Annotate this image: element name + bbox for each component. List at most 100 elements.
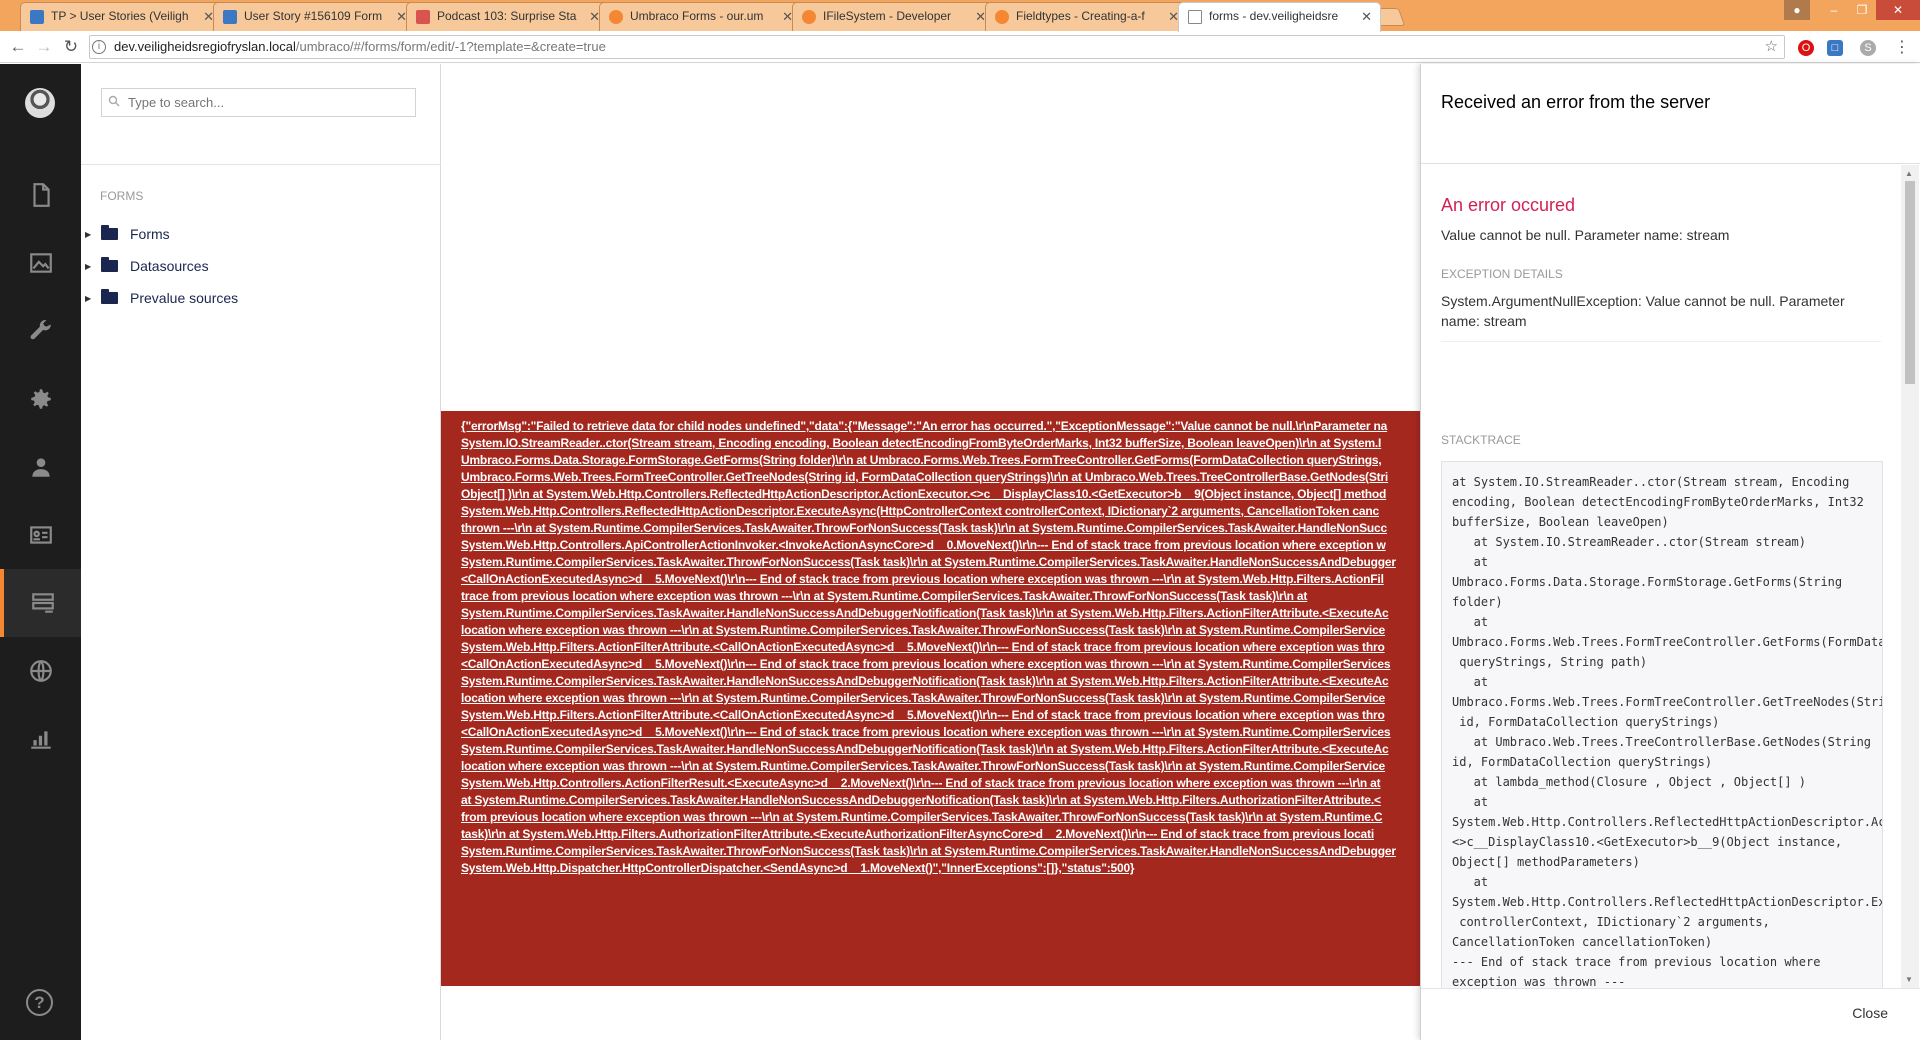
error-line: location where exception was thrown ---\… bbox=[461, 623, 1386, 637]
media-section-icon[interactable] bbox=[0, 229, 81, 297]
browser-tab[interactable]: Umbraco Forms - our.um ✕ bbox=[599, 2, 802, 31]
address-bar: ← → ↻ i dev.veiligheidsregiofryslan.loca… bbox=[0, 31, 1920, 63]
tp-favicon-icon bbox=[30, 10, 44, 24]
error-line: System.IO.StreamReader..ctor(Stream stre… bbox=[461, 436, 1382, 450]
user-avatar[interactable] bbox=[25, 88, 55, 118]
exception-text: System.ArgumentNullException: Value cann… bbox=[1441, 293, 1845, 329]
dialog-body: An error occured Value cannot be null. P… bbox=[1421, 165, 1899, 988]
error-line: Umbraco.Forms.Web.Trees.FormTreeControll… bbox=[461, 470, 1389, 484]
browser-tab-strip: TP > User Stories (Veiligh ✕ User Story #1… bbox=[0, 0, 1920, 32]
error-line: System.Runtime.CompilerServices.TaskAwai… bbox=[461, 742, 1389, 756]
error-heading: An error occured bbox=[1441, 195, 1576, 215]
scroll-down-icon[interactable]: ▼ bbox=[1905, 975, 1913, 984]
exception-label: EXCEPTION DETAILS bbox=[1441, 267, 1563, 281]
bookmark-star-icon[interactable]: ☆ bbox=[1765, 36, 1778, 58]
umb-favicon-icon bbox=[609, 10, 623, 24]
opera-extension-icon[interactable]: O bbox=[1798, 40, 1814, 56]
translation-globe-icon[interactable] bbox=[0, 637, 81, 705]
help-icon[interactable]: ? bbox=[26, 989, 53, 1016]
browser-tab[interactable]: IFileSystem - Developer ✕ bbox=[792, 2, 995, 31]
error-line: <CallOnActionExecutedAsync>d__5.MoveNext… bbox=[461, 572, 1384, 586]
search-input[interactable] bbox=[101, 88, 416, 117]
dialog-title: Received an error from the server bbox=[1441, 92, 1711, 112]
divider bbox=[1441, 341, 1881, 342]
error-line: <CallOnActionExecutedAsync>d__5.MoveNext… bbox=[461, 657, 1391, 671]
tab-title: TP > User Stories (Veiligh bbox=[51, 9, 189, 23]
stacktrace-box: at System.IO.StreamReader..ctor(Stream s… bbox=[1441, 461, 1883, 988]
error-line: trace from previous location where excep… bbox=[461, 589, 1308, 603]
error-line: System.Web.Http.Filters.ActionFilterAttr… bbox=[461, 640, 1385, 654]
browser-tab[interactable]: TP > User Stories (Veiligh ✕ bbox=[20, 2, 223, 31]
error-line: location where exception was thrown ---\… bbox=[461, 691, 1386, 705]
error-line: System.Runtime.CompilerServices.TaskAwai… bbox=[461, 606, 1389, 620]
tree-item-prevalue-sources[interactable]: ▶ Prevalue sources bbox=[85, 285, 425, 311]
site-info-icon[interactable]: i bbox=[92, 40, 106, 54]
window-close-icon[interactable]: ✕ bbox=[1876, 0, 1920, 20]
users-section-icon[interactable] bbox=[0, 433, 81, 501]
tree-item-forms[interactable]: ▶ Forms bbox=[85, 221, 425, 247]
pod-favicon-icon bbox=[416, 10, 430, 24]
settings-wrench-icon[interactable] bbox=[0, 297, 81, 365]
scroll-thumb[interactable] bbox=[1905, 181, 1915, 384]
tree-panel: FORMS ▶ Forms ▶ Datasources ▶ Prevalue s… bbox=[81, 64, 441, 1040]
tab-title: forms - dev.veiligheidsre bbox=[1209, 9, 1339, 23]
browser-tab[interactable]: Fieldtypes - Creating-a-f ✕ bbox=[985, 2, 1188, 31]
tree-item-label: Forms bbox=[130, 226, 170, 242]
error-line: System.Web.Http.Dispatcher.HttpControlle… bbox=[461, 861, 1135, 875]
expand-caret-icon[interactable]: ▶ bbox=[85, 230, 95, 239]
developer-gear-icon[interactable] bbox=[0, 365, 81, 433]
maximize-icon[interactable]: ❐ bbox=[1848, 0, 1876, 20]
error-line: Object[] )\r\n at System.Web.Http.Contro… bbox=[461, 487, 1387, 501]
url-input[interactable]: i dev.veiligheidsregiofryslan.local/umbr… bbox=[89, 35, 1785, 59]
raw-error-output: {"errorMsg":"Failed to retrieve data for… bbox=[441, 411, 1420, 986]
skype-extension-icon[interactable]: S bbox=[1860, 40, 1876, 56]
back-icon[interactable]: ← bbox=[8, 37, 28, 57]
error-line: at System.Runtime.CompilerServices.TaskA… bbox=[461, 793, 1381, 807]
doc-favicon-icon bbox=[1188, 10, 1202, 24]
expand-caret-icon[interactable]: ▶ bbox=[85, 262, 95, 271]
umb-favicon-icon bbox=[802, 10, 816, 24]
error-message: Value cannot be null. Parameter name: st… bbox=[1441, 227, 1730, 243]
content-section-icon[interactable] bbox=[0, 161, 81, 229]
scroll-up-icon[interactable]: ▲ bbox=[1905, 169, 1913, 178]
tab-close-icon[interactable]: ✕ bbox=[1361, 3, 1372, 30]
error-line: <CallOnActionExecutedAsync>d__5.MoveNext… bbox=[461, 725, 1391, 739]
close-button[interactable]: Close bbox=[1852, 1005, 1888, 1021]
error-line: task)\r\n at System.Web.Http.Filters.Aut… bbox=[461, 827, 1374, 841]
browser-menu-icon[interactable]: ⋮ bbox=[1894, 37, 1910, 57]
error-line: System.Web.Http.Filters.ActionFilterAttr… bbox=[461, 708, 1385, 722]
url-path: /umbraco/#/forms/form/edit/-1?template=&… bbox=[295, 39, 606, 54]
analytics-chart-icon[interactable] bbox=[0, 705, 81, 773]
tab-title: User Story #156109 Form bbox=[244, 9, 383, 23]
forms-section-icon[interactable] bbox=[0, 569, 81, 637]
error-line: System.Runtime.CompilerServices.TaskAwai… bbox=[461, 555, 1396, 569]
umbraco-backoffice: ? FORMS ▶ Forms ▶ Datasources ▶ Prevalue… bbox=[0, 64, 1920, 1040]
stacktrace-label: STACKTRACE bbox=[1441, 433, 1521, 447]
tree-item-label: Datasources bbox=[130, 258, 209, 274]
search-icon bbox=[108, 95, 120, 107]
tree-item-datasources[interactable]: ▶ Datasources bbox=[85, 253, 425, 279]
error-line: location where exception was thrown ---\… bbox=[461, 759, 1386, 773]
error-line: System.Web.Http.Controllers.ReflectedHtt… bbox=[461, 504, 1379, 518]
error-line: from previous location where exception w… bbox=[461, 810, 1383, 824]
tree-title: FORMS bbox=[100, 189, 144, 203]
browser-tab[interactable]: forms - dev.veiligheidsre ✕ bbox=[1178, 2, 1381, 32]
dialog-scrollbar[interactable]: ▲ ▼ bbox=[1901, 165, 1919, 988]
reload-icon[interactable]: ↻ bbox=[61, 37, 81, 57]
expand-caret-icon[interactable]: ▶ bbox=[85, 294, 95, 303]
extension-icon[interactable]: □ bbox=[1827, 40, 1843, 56]
minimize-icon[interactable]: – bbox=[1820, 0, 1848, 20]
members-section-icon[interactable] bbox=[0, 501, 81, 569]
tree-search bbox=[81, 64, 441, 165]
browser-tab[interactable]: User Story #156109 Form ✕ bbox=[213, 2, 416, 31]
error-dialog: Received an error from the server An err… bbox=[1420, 64, 1920, 1040]
umb-favicon-icon bbox=[995, 10, 1009, 24]
folder-icon bbox=[101, 289, 118, 304]
folder-icon bbox=[101, 257, 118, 272]
dialog-footer: Close bbox=[1421, 988, 1920, 1040]
tab-title: Podcast 103: Surprise Sta bbox=[437, 9, 577, 23]
forward-icon[interactable]: → bbox=[34, 37, 54, 57]
profile-icon[interactable]: ● bbox=[1784, 0, 1810, 20]
tab-title: Fieldtypes - Creating-a-f bbox=[1016, 9, 1145, 23]
browser-tab[interactable]: Podcast 103: Surprise Sta ✕ bbox=[406, 2, 609, 31]
